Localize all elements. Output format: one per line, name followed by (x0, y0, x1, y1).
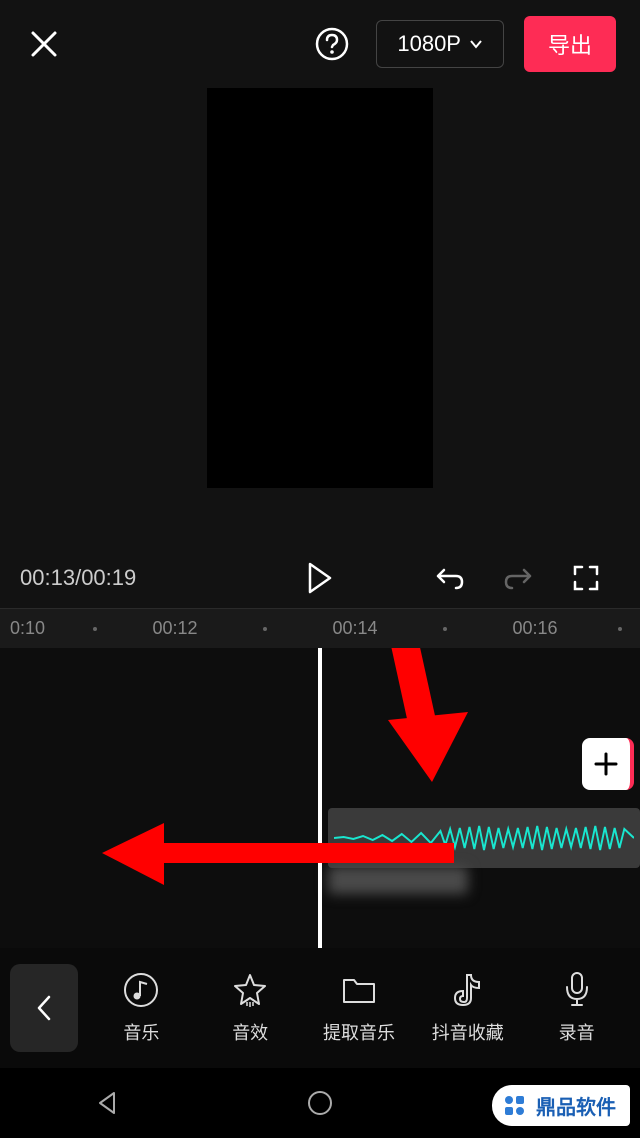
redo-button[interactable] (490, 550, 546, 606)
douyin-icon (449, 971, 487, 1009)
tool-label: 抖音收藏 (432, 1019, 504, 1045)
undo-button[interactable] (422, 550, 478, 606)
ruler-tick: 00:16 (512, 618, 557, 639)
chevron-down-icon (469, 39, 483, 49)
time-display: 00:13/00:19 (20, 565, 136, 591)
record-tool[interactable]: 录音 (523, 971, 630, 1045)
microphone-icon (558, 971, 596, 1009)
timeline-ruler[interactable]: 0:10 00:12 00:14 00:16 (0, 608, 640, 648)
fullscreen-button[interactable] (558, 550, 614, 606)
tool-label: 音效 (232, 1019, 268, 1045)
sfx-tool[interactable]: 音效 (197, 971, 304, 1045)
audio-clip[interactable] (328, 808, 640, 868)
back-button[interactable] (10, 964, 78, 1052)
timeline-tracks[interactable] (0, 648, 640, 948)
audio-clip-label (328, 866, 468, 894)
help-button[interactable] (312, 24, 352, 64)
resolution-label: 1080P (397, 31, 461, 57)
nav-back-button[interactable] (87, 1083, 127, 1123)
watermark-text: 鼎品软件 (536, 1091, 616, 1120)
ruler-tick: 00:14 (332, 618, 377, 639)
music-note-icon (122, 971, 160, 1009)
ruler-tick: 0:10 (10, 618, 45, 639)
music-tool[interactable]: 音乐 (88, 971, 195, 1045)
nav-home-button[interactable] (300, 1083, 340, 1123)
export-button[interactable]: 导出 (524, 16, 616, 72)
watermark-logo-icon (502, 1093, 528, 1119)
playhead[interactable] (318, 648, 322, 948)
folder-icon (340, 971, 378, 1009)
video-preview[interactable] (0, 88, 640, 548)
watermark-badge: 鼎品软件 (492, 1085, 630, 1126)
ruler-tick: 00:12 (152, 618, 197, 639)
tool-label: 音乐 (123, 1019, 159, 1045)
extract-music-tool[interactable]: 提取音乐 (306, 971, 413, 1045)
resolution-dropdown[interactable]: 1080P (376, 20, 504, 68)
video-frame (207, 88, 433, 488)
play-button[interactable] (292, 550, 348, 606)
close-button[interactable] (24, 24, 64, 64)
waveform-icon (334, 823, 634, 853)
add-clip-button[interactable] (582, 738, 634, 790)
tool-label: 录音 (559, 1019, 595, 1045)
tool-label: 提取音乐 (323, 1019, 395, 1045)
star-icon (231, 971, 269, 1009)
douyin-favorites-tool[interactable]: 抖音收藏 (414, 971, 521, 1045)
annotation-arrow-down-icon (328, 648, 468, 810)
